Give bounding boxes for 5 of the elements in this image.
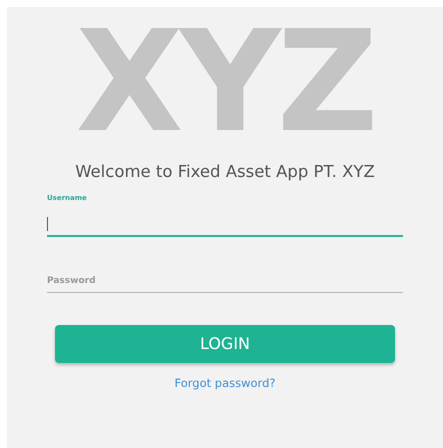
forgot-password-link[interactable]: Forgot password? [174, 374, 276, 392]
login-button[interactable]: LOGIN [55, 324, 395, 363]
text-cursor [47, 216, 48, 231]
welcome-title: Welcome to Fixed Asset App PT. XYZ [75, 161, 375, 183]
field-label: Password [47, 274, 96, 288]
